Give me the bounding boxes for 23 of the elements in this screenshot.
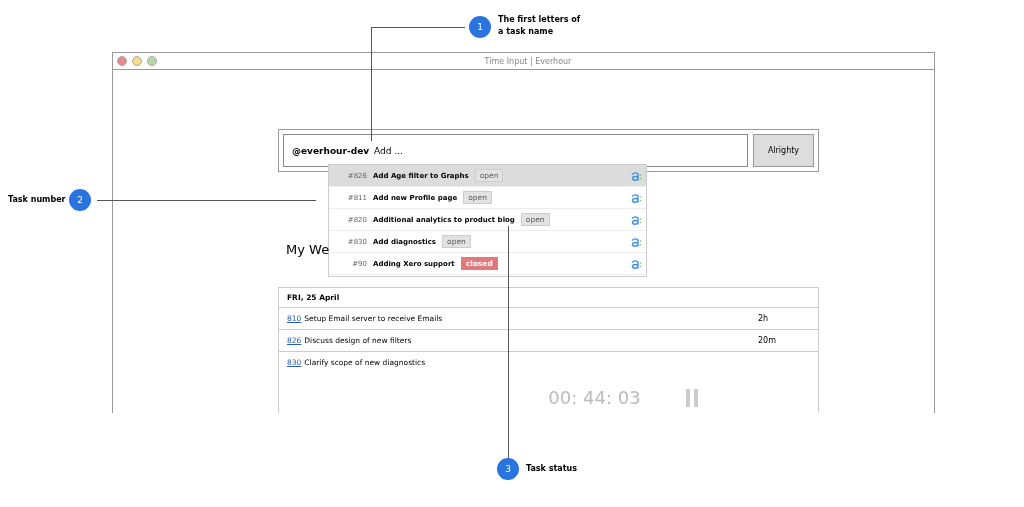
window-title: Time Input | Everhour bbox=[483, 56, 573, 66]
timer-text: 00: 44: 03 bbox=[548, 387, 641, 408]
callout-text: Task number bbox=[8, 194, 66, 206]
callout-text: The first letters of a task name bbox=[498, 14, 581, 38]
callout-marker: 2 bbox=[69, 189, 91, 211]
submit-button[interactable]: Alrighty bbox=[753, 134, 814, 167]
callout-marker: 3 bbox=[497, 458, 519, 480]
section-heading: My We bbox=[286, 242, 330, 259]
entry-duration: 20m bbox=[758, 336, 777, 345]
input-value: Add ... bbox=[374, 145, 403, 156]
pause-icon[interactable] bbox=[684, 387, 699, 408]
callout-text: Task status bbox=[526, 463, 577, 475]
logo-icon bbox=[631, 258, 642, 269]
logo-icon bbox=[631, 192, 642, 203]
close-icon[interactable] bbox=[117, 56, 127, 66]
minimize-icon[interactable] bbox=[132, 56, 142, 66]
callout-marker: 1 bbox=[469, 16, 491, 38]
entry-duration: 2h bbox=[758, 314, 770, 323]
maximize-icon[interactable] bbox=[147, 56, 157, 66]
logo-icon bbox=[631, 214, 642, 225]
logo-icon bbox=[631, 170, 642, 181]
workspace-label: @everhour-dev bbox=[292, 145, 370, 156]
logo-icon bbox=[631, 236, 642, 247]
